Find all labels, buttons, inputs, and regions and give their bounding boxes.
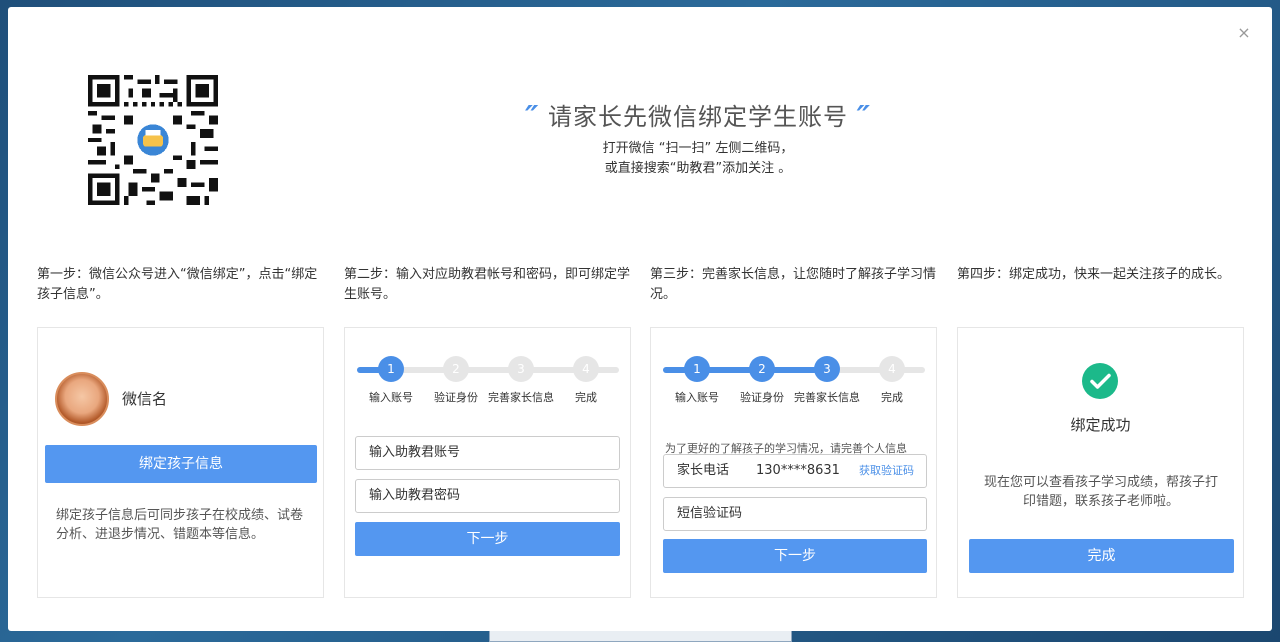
close-icon[interactable]: × bbox=[1236, 25, 1252, 41]
progress-dot-1: 1 bbox=[378, 356, 404, 382]
card1-note: 绑定孩子信息后可同步孩子在校成绩、试卷分析、进退步情况、错题本等信息。 bbox=[56, 508, 304, 542]
quote-close-icon: ″ bbox=[856, 100, 872, 135]
step-2-desc: 第二步：输入对应助教君帐号和密码，即可绑定学生账号。 bbox=[344, 267, 631, 302]
progress-dot-1: 1 bbox=[684, 356, 710, 382]
progress-label-4: 完成 bbox=[575, 391, 597, 404]
phone-field[interactable]: 家长电话 130****8631 获取验证码 bbox=[663, 454, 927, 488]
phone-value: 130****8631 bbox=[756, 463, 840, 478]
success-note: 现在您可以查看孩子学习成绩，帮孩子打印错题，联系孩子老师啦。 bbox=[983, 475, 1218, 509]
bind-child-button[interactable]: 绑定孩子信息 bbox=[45, 445, 317, 483]
card-step-4: 绑定成功 现在您可以查看孩子学习成绩，帮孩子打印错题，联系孩子老师啦。 完成 bbox=[957, 327, 1244, 598]
progress-dot-3: 3 bbox=[508, 356, 534, 382]
get-code-link[interactable]: 获取验证码 bbox=[859, 455, 914, 487]
done-button[interactable]: 完成 bbox=[969, 539, 1234, 573]
qr-code-image bbox=[88, 75, 218, 205]
card-step-1: 微信名 绑定孩子信息 绑定孩子信息后可同步孩子在校成绩、试卷分析、进退步情况、错… bbox=[37, 327, 324, 598]
success-title: 绑定成功 bbox=[1070, 416, 1131, 434]
progress-dot-2: 2 bbox=[443, 356, 469, 382]
phone-label: 家长电话 bbox=[677, 463, 730, 478]
page-title: ″ 请家长先微信绑定学生账号 ″ bbox=[524, 100, 872, 135]
progress-bar: 1 2 3 4 输入账号 验证身份 完善家长信息 完成 bbox=[663, 356, 925, 416]
sms-code-input[interactable]: 短信验证码 bbox=[663, 497, 927, 531]
next-button[interactable]: 下一步 bbox=[355, 522, 620, 556]
progress-dot-4: 4 bbox=[573, 356, 599, 382]
progress-bar: 1 2 3 4 输入账号 验证身份 完善家长信息 完成 bbox=[357, 356, 619, 416]
wechat-name: 微信名 bbox=[122, 390, 168, 408]
step-1-desc: 第一步：微信公众号进入“微信绑定”，点击“绑定孩子信息”。 bbox=[37, 267, 318, 302]
wechat-bind-dialog: × ″ 请家长先微信绑定学生账号 ″ 打开微信 “扫一扫” 左侧二维码， 或直接… bbox=[8, 7, 1272, 631]
next-button[interactable]: 下一步 bbox=[663, 539, 927, 573]
hero-section: ″ 请家长先微信绑定学生账号 ″ 打开微信 “扫一扫” 左侧二维码， 或直接搜索… bbox=[438, 99, 958, 179]
account-input[interactable]: 输入助教君账号 bbox=[355, 436, 620, 470]
progress-dot-4: 4 bbox=[879, 356, 905, 382]
success-check-icon bbox=[1082, 363, 1118, 399]
password-input[interactable]: 输入助教君密码 bbox=[355, 479, 620, 513]
step-4-desc: 第四步：绑定成功，快来一起关注孩子的成长。 bbox=[957, 267, 1231, 282]
progress-label-4: 完成 bbox=[881, 391, 903, 404]
quote-open-icon: ″ bbox=[524, 100, 540, 135]
progress-dot-2: 2 bbox=[749, 356, 775, 382]
step-3-desc: 第三步：完善家长信息，让您随时了解孩子学习情况。 bbox=[650, 267, 937, 302]
hero-subtitle-1: 打开微信 “扫一扫” 左侧二维码， bbox=[602, 141, 794, 156]
card-step-3: 1 2 3 4 输入账号 验证身份 完善家长信息 完成 为了更好的了解孩子的学习… bbox=[650, 327, 937, 598]
avatar bbox=[55, 372, 109, 426]
hero-subtitle-2: 或直接搜索“助教君”添加关注 。 bbox=[604, 161, 792, 176]
card-step-2: 1 2 3 4 输入账号 验证身份 完善家长信息 完成 输入助教君账号 输入助教… bbox=[344, 327, 631, 598]
progress-dot-3: 3 bbox=[814, 356, 840, 382]
